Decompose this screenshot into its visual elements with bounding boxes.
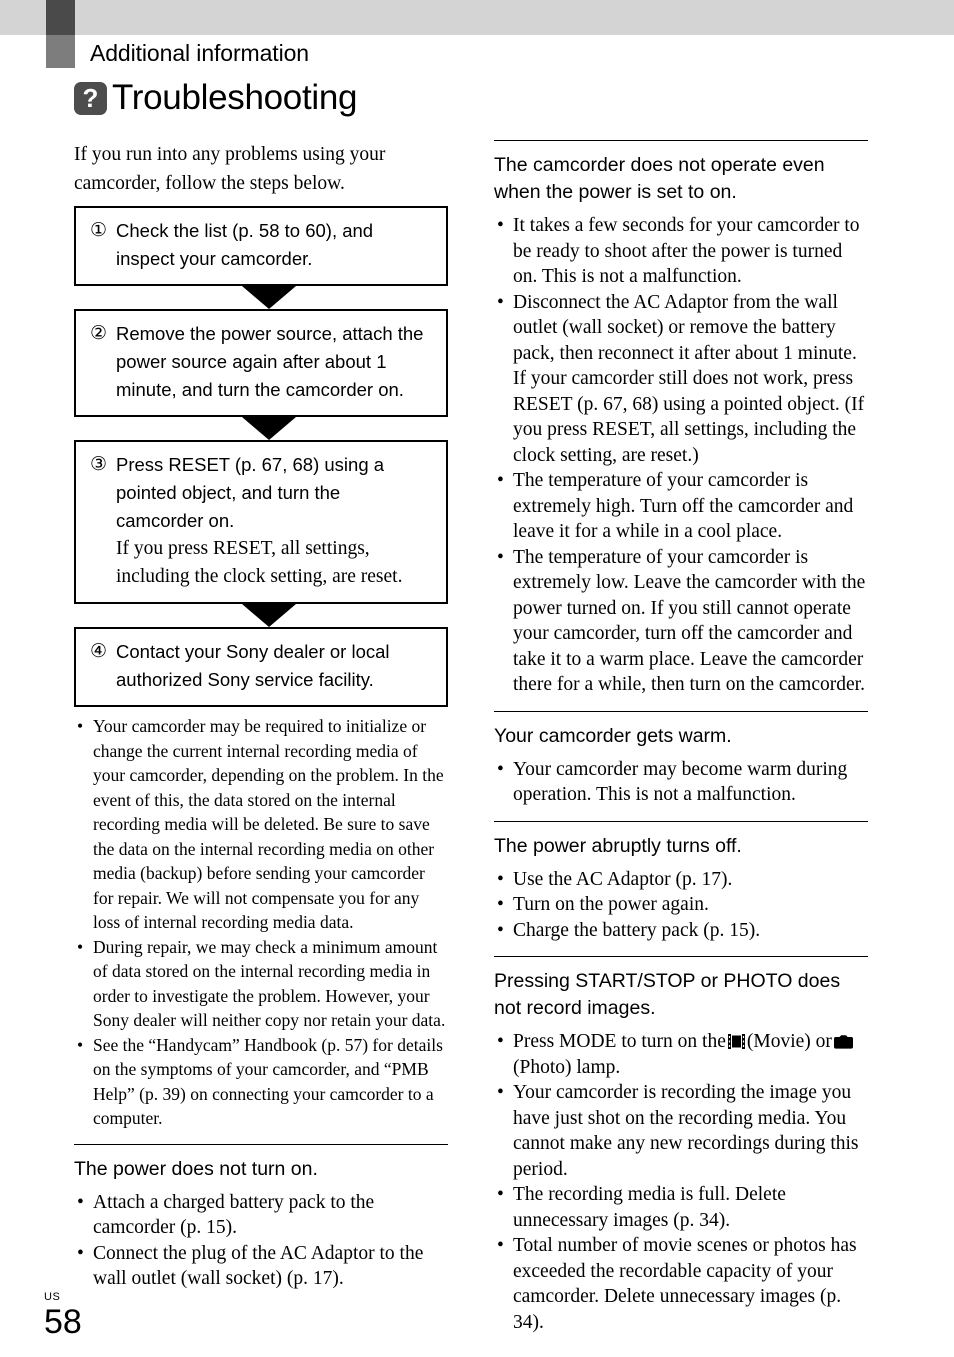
power-abruptly-turns-off-list: Use the AC Adaptor (p. 17). Turn on the … — [494, 867, 868, 944]
chapter-title: Additional information — [90, 40, 309, 66]
footer-locale: US — [44, 1291, 61, 1303]
flow-step-2-number: ② — [90, 323, 108, 344]
flow-arrow-3 — [74, 604, 448, 627]
page-title: Troubleshooting — [112, 78, 358, 117]
mode-lamp-text-before: Press MODE to turn on the — [513, 1031, 726, 1052]
flow-step-4-text: Contact your Sony dealer or local author… — [116, 641, 390, 690]
flow-step-1-text: Check the list (p. 58 to 60), and inspec… — [116, 220, 374, 269]
flow-step-3-text: Press RESET (p. 67, 68) using a pointed … — [116, 451, 432, 591]
question-mark-icon: ? — [74, 81, 107, 115]
down-arrow-icon — [242, 417, 296, 440]
list-item: Charge the battery pack (p. 15). — [494, 918, 868, 944]
list-item: Use the AC Adaptor (p. 17). — [494, 867, 868, 893]
list-item: It takes a few seconds for your camcorde… — [494, 213, 868, 290]
section-divider — [74, 1143, 448, 1145]
movie-film-icon — [727, 1031, 745, 1049]
flow-step-3-sub: If you press RESET, all settings, includ… — [116, 538, 403, 587]
list-item: The temperature of your camcorder is ext… — [494, 545, 868, 698]
pressing-start-stop-list: Press MODE to turn on the (Movie) or (Pho… — [494, 1029, 868, 1335]
flow-step-3-number: ③ — [90, 454, 108, 475]
flow-arrow-2 — [74, 417, 448, 440]
flow-step-1-number: ① — [90, 220, 108, 241]
subheading-power-does-not-turn-on: The power does not turn on. — [74, 1157, 318, 1180]
section-divider — [494, 820, 868, 822]
camcorder-does-not-operate-list: It takes a few seconds for your camcorde… — [494, 213, 868, 698]
section-divider — [494, 140, 868, 141]
subheading-camcorder-does-not-operate: The camcorder does not operate even when… — [494, 154, 825, 203]
subheading-power-abruptly-turns-off: The power abruptly turns off. — [494, 834, 742, 857]
list-item: The temperature of your camcorder is ext… — [494, 468, 868, 545]
mode-lamp-text-middle: (Movie) or — [746, 1031, 832, 1052]
section-divider — [494, 956, 868, 957]
power-does-not-turn-on-list: Attach a charged battery pack to the cam… — [74, 1190, 448, 1292]
top-decorative-bar — [0, 0, 954, 35]
list-item-mode-lamp: Press MODE to turn on the (Movie) or (Pho… — [494, 1029, 868, 1080]
section-divider — [494, 710, 868, 712]
subheading-pressing-start-stop: Pressing START/STOP or PHOTO does not re… — [494, 970, 841, 1019]
camcorder-gets-warm-list: Your camcorder may become warm during op… — [494, 757, 868, 808]
section-title-row: ? Troubleshooting — [74, 78, 358, 118]
page-footer: US 58 — [44, 1291, 82, 1341]
flow-step-2: ② Remove the power source, attach the po… — [74, 309, 448, 417]
flow-step-4-number: ④ — [90, 641, 108, 662]
troubleshooting-flowchart: ① Check the list (p. 58 to 60), and insp… — [74, 206, 448, 707]
flow-arrow-1 — [74, 286, 448, 309]
flow-step-2-text: Remove the power source, attach the powe… — [116, 323, 424, 400]
list-item: The recording media is full. Delete unne… — [494, 1182, 868, 1233]
left-column: If you run into any problems using your … — [74, 140, 448, 1292]
list-item: During repair, we may check a minimum am… — [74, 935, 448, 1033]
flow-step-4: ④ Contact your Sony dealer or local auth… — [74, 627, 448, 707]
page-number: 58 — [44, 1303, 82, 1341]
chapter-tab-mid — [46, 35, 75, 68]
list-item: See the “Handycam” Handbook (p. 57) for … — [74, 1033, 448, 1131]
flow-step-3-main: Press RESET (p. 67, 68) using a pointed … — [116, 454, 385, 531]
list-item: Total number of movie scenes or photos h… — [494, 1233, 868, 1335]
intro-paragraph: If you run into any problems using your … — [74, 144, 386, 194]
mode-lamp-text-after: (Photo) lamp. — [513, 1056, 621, 1078]
list-item: Turn on the power again. — [494, 892, 868, 918]
list-item: Your camcorder is recording the image yo… — [494, 1080, 868, 1182]
chapter-tab-dark — [46, 0, 75, 35]
down-arrow-icon — [242, 604, 296, 627]
list-item: Attach a charged battery pack to the cam… — [74, 1190, 448, 1241]
left-notes-list: Your camcorder may be required to initia… — [74, 714, 448, 1131]
list-item: Your camcorder may be required to initia… — [74, 714, 448, 935]
flow-step-1: ① Check the list (p. 58 to 60), and insp… — [74, 206, 448, 286]
flow-step-3: ③ Press RESET (p. 67, 68) using a pointe… — [74, 440, 448, 604]
subheading-camcorder-gets-warm: Your camcorder gets warm. — [494, 724, 732, 747]
list-item: Connect the plug of the AC Adaptor to th… — [74, 1241, 448, 1292]
right-column: The camcorder does not operate even when… — [494, 140, 868, 1335]
list-item: Your camcorder may become warm during op… — [494, 757, 868, 808]
list-item: Disconnect the AC Adaptor from the wall … — [494, 290, 868, 469]
down-arrow-icon — [242, 286, 296, 309]
photo-camera-icon — [833, 1031, 853, 1049]
